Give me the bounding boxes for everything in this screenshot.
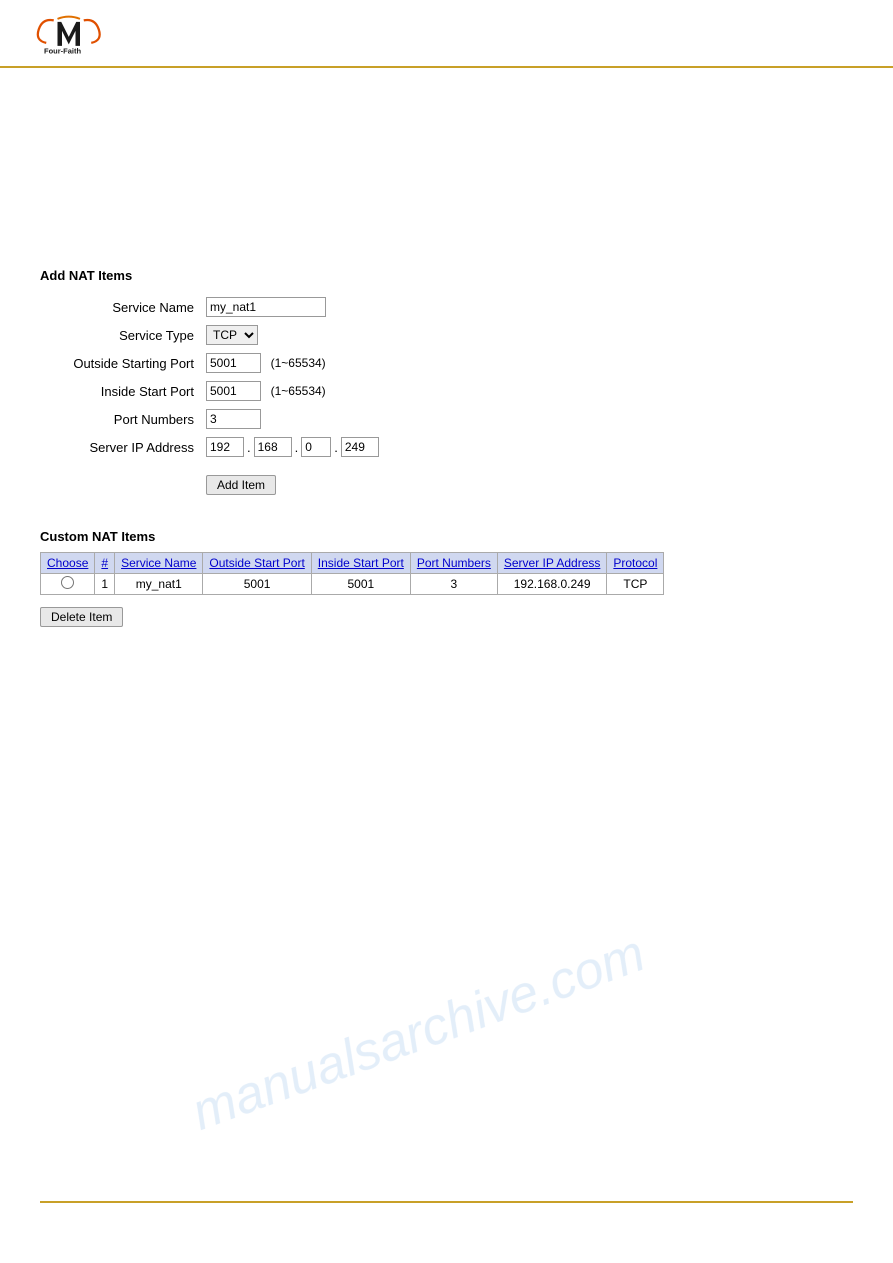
- footer-line: [40, 1201, 853, 1203]
- delete-item-container: Delete Item: [40, 601, 853, 627]
- row-choose: [41, 574, 95, 595]
- row-radio[interactable]: [61, 576, 74, 589]
- port-numbers-row: Port Numbers: [40, 405, 385, 433]
- header: Four-Faith: [0, 0, 893, 68]
- outside-port-label: Outside Starting Port: [40, 349, 200, 377]
- inside-port-hint: (1~65534): [271, 384, 326, 398]
- row-num: 1: [95, 574, 115, 595]
- ip-octet-3[interactable]: [301, 437, 331, 457]
- main-content: Add NAT Items Service Name Service Type …: [0, 248, 893, 647]
- inside-port-label: Inside Start Port: [40, 377, 200, 405]
- col-protocol[interactable]: Protocol: [607, 553, 664, 574]
- ip-octet-2[interactable]: [254, 437, 292, 457]
- row-inside-port: 5001: [311, 574, 410, 595]
- col-num[interactable]: #: [95, 553, 115, 574]
- outside-port-hint: (1~65534): [271, 356, 326, 370]
- row-server-ip: 192.168.0.249: [497, 574, 607, 595]
- service-type-label: Service Type: [40, 321, 200, 349]
- nat-table-body: 1 my_nat1 5001 5001 3 192.168.0.249 TCP: [41, 574, 664, 595]
- logo: Four-Faith: [20, 10, 110, 60]
- nat-table-head: Choose # Service Name Outside Start Port…: [41, 553, 664, 574]
- col-service-name[interactable]: Service Name: [115, 553, 203, 574]
- col-choose[interactable]: Choose: [41, 553, 95, 574]
- service-name-input[interactable]: [206, 297, 326, 317]
- outside-port-input[interactable]: [206, 353, 261, 373]
- ip-octet-1[interactable]: [206, 437, 244, 457]
- inside-port-row: Inside Start Port (1~65534): [40, 377, 385, 405]
- watermark: manualsarchive.com: [184, 923, 653, 1142]
- server-ip-label: Server IP Address: [40, 433, 200, 461]
- svg-text:Four-Faith: Four-Faith: [44, 46, 81, 55]
- delete-item-button[interactable]: Delete Item: [40, 607, 123, 627]
- port-numbers-input[interactable]: [206, 409, 261, 429]
- service-type-row: Service Type TCP UDP Both: [40, 321, 385, 349]
- port-numbers-label: Port Numbers: [40, 405, 200, 433]
- custom-nat-section: Custom NAT Items Choose # Service Name O…: [40, 529, 853, 627]
- nat-table: Choose # Service Name Outside Start Port…: [40, 552, 664, 595]
- ip-octet-4[interactable]: [341, 437, 379, 457]
- row-port-numbers: 3: [410, 574, 497, 595]
- col-outside-start-port[interactable]: Outside Start Port: [203, 553, 311, 574]
- col-inside-start-port[interactable]: Inside Start Port: [311, 553, 410, 574]
- service-name-row: Service Name: [40, 293, 385, 321]
- add-nat-form: Service Name Service Type TCP UDP Both: [40, 293, 385, 499]
- service-name-label: Service Name: [40, 293, 200, 321]
- row-service-name: my_nat1: [115, 574, 203, 595]
- row-outside-port: 5001: [203, 574, 311, 595]
- nat-table-header-row: Choose # Service Name Outside Start Port…: [41, 553, 664, 574]
- add-item-row: Add Item: [40, 461, 385, 499]
- row-protocol: TCP: [607, 574, 664, 595]
- add-item-button[interactable]: Add Item: [206, 475, 276, 495]
- col-port-numbers[interactable]: Port Numbers: [410, 553, 497, 574]
- service-type-select[interactable]: TCP UDP Both: [206, 325, 258, 345]
- outside-port-row: Outside Starting Port (1~65534): [40, 349, 385, 377]
- add-nat-title: Add NAT Items: [40, 268, 853, 283]
- table-row: 1 my_nat1 5001 5001 3 192.168.0.249 TCP: [41, 574, 664, 595]
- custom-nat-title: Custom NAT Items: [40, 529, 853, 544]
- server-ip-row: Server IP Address . . .: [40, 433, 385, 461]
- ip-address-group: . . .: [206, 437, 379, 457]
- col-server-ip[interactable]: Server IP Address: [497, 553, 607, 574]
- inside-port-input[interactable]: [206, 381, 261, 401]
- logo-icon: Four-Faith: [20, 10, 110, 60]
- add-nat-section: Add NAT Items Service Name Service Type …: [40, 268, 853, 499]
